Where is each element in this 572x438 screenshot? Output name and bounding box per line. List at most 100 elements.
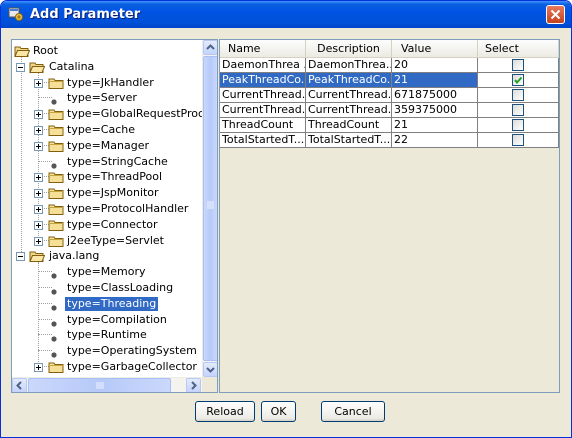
attribute-table[interactable]: Name Description Value Select DaemonThre…	[219, 39, 560, 393]
expand-icon[interactable]	[34, 362, 43, 372]
tree-node[interactable]: type=ClassLoading	[12, 280, 202, 296]
expand-icon[interactable]	[34, 204, 43, 214]
cell-select	[478, 58, 559, 73]
select-checkbox[interactable]	[512, 119, 524, 131]
cell-select	[478, 133, 559, 148]
tree-node[interactable]: type=Manager	[12, 138, 202, 154]
tree-node[interactable]: type=Threading	[12, 295, 202, 312]
table-row[interactable]: CurrentThread... CurrentThread... 35937500…	[220, 103, 559, 118]
cell-name: DaemonThrea ...	[220, 58, 306, 73]
cell-value: 671875000	[392, 88, 478, 103]
close-icon	[550, 9, 561, 20]
expand-icon[interactable]	[34, 78, 43, 88]
tree-node[interactable]: type=Connector	[12, 217, 202, 233]
expand-icon[interactable]	[34, 188, 43, 199]
collapse-icon[interactable]	[16, 251, 25, 262]
select-checkbox[interactable]	[512, 59, 524, 71]
close-button[interactable]	[546, 5, 565, 24]
cell-select	[478, 103, 559, 118]
app-icon	[8, 7, 23, 21]
folder-icon	[48, 76, 64, 90]
cell-value: 359375000	[392, 103, 478, 118]
table-row[interactable]: CurrentThread... CurrentThread... 67187500…	[220, 88, 559, 103]
reload-button[interactable]: Reload	[195, 401, 255, 422]
select-checkbox[interactable]	[512, 89, 524, 101]
tree-viewport: Root Catalina type=JkHandler type=Server typ…	[12, 40, 202, 377]
table-row[interactable]: ThreadCount ThreadCount 21	[220, 118, 559, 133]
tree-node[interactable]: Catalina	[12, 59, 202, 75]
tree-horizontal-thumb[interactable]	[28, 378, 171, 392]
tree-node[interactable]: type=Runtime	[12, 327, 202, 343]
folder-icon	[48, 202, 64, 216]
cell-value: 21	[392, 118, 478, 133]
tree-node-label: type=Compilation	[67, 312, 167, 326]
cancel-button[interactable]: Cancel	[321, 401, 385, 422]
table-row[interactable]: DaemonThrea ... DaemonThrea... 20	[220, 58, 559, 73]
tree-node[interactable]: java.lang	[12, 248, 202, 264]
tree-node[interactable]: type=ThreadPool	[12, 169, 202, 185]
title-bar[interactable]: Add Parameter	[1, 1, 571, 28]
folder-icon	[48, 218, 64, 232]
tree-vertical-thumb[interactable]	[203, 56, 217, 361]
folder-open-icon	[14, 44, 31, 58]
scroll-down-button[interactable]	[203, 362, 217, 377]
expand-icon[interactable]	[34, 220, 43, 230]
leaf-node-icon	[51, 332, 57, 342]
tree-horizontal-scrollbar[interactable]	[12, 377, 202, 392]
cell-name: ThreadCount	[220, 118, 306, 133]
column-header-value[interactable]: Value	[392, 40, 478, 57]
tree-node-label: type=JspMonitor	[67, 186, 159, 200]
collapse-icon[interactable]	[16, 62, 25, 72]
tree-node[interactable]: type=JkHandler	[12, 75, 202, 91]
table-row[interactable]: PeakThreadCo... PeakThreadCo... 21	[220, 73, 559, 88]
mbean-tree[interactable]: Root Catalina type=JkHandler type=Server typ…	[11, 39, 218, 393]
column-header-name[interactable]: Name	[220, 40, 306, 57]
checkmark-icon	[514, 76, 523, 85]
cell-value: 21	[392, 73, 478, 88]
tree-node[interactable]: type=Memory	[12, 264, 202, 280]
table-row[interactable]: TotalStartedT... TotalStartedT... 22	[220, 133, 559, 148]
expand-icon[interactable]	[34, 125, 43, 135]
tree-node[interactable]: type=Compilation	[12, 312, 202, 328]
tree-node-label: type=Threading	[63, 295, 160, 312]
scroll-corner	[202, 377, 217, 392]
cell-select	[478, 118, 559, 133]
tree-node[interactable]: type=Server	[12, 90, 202, 106]
column-header-select[interactable]: Select	[478, 40, 559, 57]
tree-node-label: Catalina	[49, 59, 95, 73]
tree-node[interactable]: type=ProtocolHandler	[12, 201, 202, 217]
leaf-node-icon	[51, 301, 57, 311]
tree-node[interactable]: type=GlobalRequestProce	[12, 106, 202, 122]
tree-node-label: type=Connector	[67, 217, 158, 231]
tree-node[interactable]: type=OperatingSystem	[12, 343, 202, 359]
select-checkbox[interactable]	[512, 104, 524, 116]
tree-node[interactable]: type=JspMonitor	[12, 185, 202, 201]
scroll-left-button[interactable]	[12, 378, 27, 392]
ok-button[interactable]: OK	[261, 401, 296, 422]
tree-node[interactable]: Root	[12, 43, 202, 59]
tree-node[interactable]: type=GarbageCollector	[12, 359, 202, 375]
tree-node-label: type=StringCache	[67, 154, 168, 168]
scroll-up-button[interactable]	[203, 40, 217, 55]
tree-node[interactable]: type=StringCache	[12, 154, 202, 170]
expand-icon[interactable]	[34, 141, 43, 151]
cell-select	[478, 88, 559, 103]
tree-vertical-scrollbar[interactable]	[202, 40, 217, 377]
expand-icon[interactable]	[34, 172, 43, 183]
column-header-description[interactable]: Description	[306, 40, 392, 57]
cell-description: PeakThreadCo...	[306, 73, 392, 88]
button-bar: Reload OK Cancel	[11, 397, 560, 428]
tree-node[interactable]: type=Cache	[12, 122, 202, 138]
expand-icon[interactable]	[34, 236, 43, 246]
leaf-node-icon	[51, 317, 57, 327]
expand-icon[interactable]	[34, 109, 43, 120]
window-title: Add Parameter	[30, 7, 141, 22]
select-checkbox[interactable]	[512, 74, 524, 86]
tree-node-label: type=JkHandler	[67, 75, 154, 89]
folder-icon	[48, 107, 64, 121]
scroll-right-button[interactable]	[186, 378, 201, 392]
tree-node-label: type=OperatingSystem	[67, 344, 197, 358]
tree-node[interactable]: j2eeType=Servlet	[12, 233, 202, 249]
chevron-down-icon	[206, 367, 215, 373]
select-checkbox[interactable]	[512, 134, 524, 146]
